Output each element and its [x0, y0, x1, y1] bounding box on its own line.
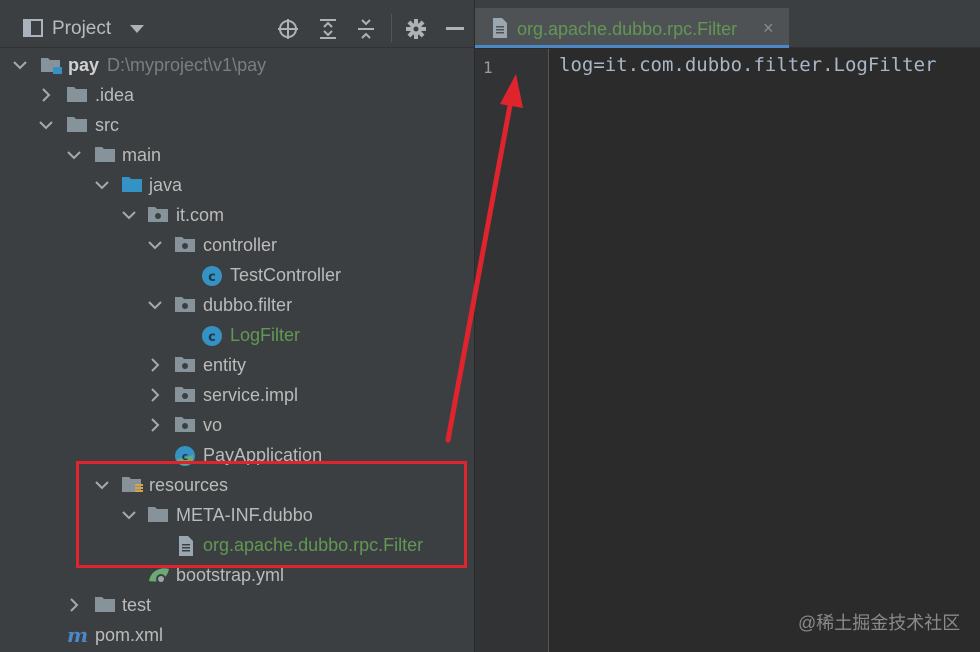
package-icon: [174, 415, 196, 435]
chevron-down-icon[interactable]: [128, 22, 146, 36]
tree-node-label: LogFilter: [230, 325, 301, 345]
svg-text:m: m: [67, 625, 88, 645]
tree-node-logfilter[interactable]: c LogFilter: [0, 320, 474, 350]
tree-node-service-impl[interactable]: service.impl: [0, 380, 474, 410]
tree-node-controller[interactable]: controller: [0, 230, 474, 260]
tree-node-test[interactable]: test: [0, 590, 474, 620]
folder-icon: [66, 85, 88, 105]
watermark: @稀土掘金技术社区: [798, 613, 961, 633]
package-icon: [174, 355, 196, 375]
tree-node-label: .idea: [95, 85, 135, 105]
project-view-icon[interactable]: [22, 18, 44, 38]
chevron-right-icon[interactable]: [147, 357, 163, 373]
chevron-right-icon[interactable]: [38, 87, 54, 103]
tree-node-label: vo: [203, 415, 223, 435]
module-path: D:\myproject\v1\pay: [107, 55, 267, 75]
tree-node-label: entity: [203, 355, 247, 375]
tree-node-testcontroller[interactable]: c TestController: [0, 260, 474, 290]
tree-node-it-com[interactable]: it.com: [0, 200, 474, 230]
chevron-down-icon[interactable]: [94, 177, 110, 193]
java-class-icon: c: [201, 265, 223, 286]
module-folder-icon: [40, 55, 62, 75]
expand-all-icon[interactable]: [316, 17, 340, 41]
maven-icon: m: [66, 623, 88, 647]
line-number: 1: [483, 58, 493, 77]
package-icon: [174, 385, 196, 405]
tree-node-label: controller: [203, 235, 278, 255]
tree-node-vo[interactable]: vo: [0, 410, 474, 440]
tree-node-label: test: [122, 595, 152, 615]
locate-icon[interactable]: [276, 17, 300, 41]
chevron-down-icon[interactable]: [147, 237, 163, 253]
chevron-down-icon[interactable]: [38, 117, 54, 133]
tree-node-pom-xml[interactable]: m pom.xml: [0, 620, 474, 650]
folder-icon: [94, 595, 116, 615]
chevron-right-icon[interactable]: [147, 417, 163, 433]
text-file-icon: [491, 17, 513, 38]
highlight-box: [76, 461, 467, 568]
tree-node-label: pay D:\myproject\v1\pay: [68, 55, 267, 75]
tree-node-idea[interactable]: .idea: [0, 80, 474, 110]
chevron-down-icon[interactable]: [66, 147, 82, 163]
chevron-down-icon[interactable]: [12, 57, 28, 73]
line-number-gutter: [475, 49, 549, 652]
editor-tab-bar: org.apache.dubbo.rpc.Filter ×: [475, 0, 980, 48]
collapse-all-icon[interactable]: [354, 17, 378, 41]
chevron-right-icon[interactable]: [66, 597, 82, 613]
package-icon: [174, 295, 196, 315]
tree-node-label: main: [122, 145, 162, 165]
close-icon[interactable]: ×: [763, 16, 774, 40]
tree-node-label: TestController: [230, 265, 342, 285]
tree-node-label: service.impl: [203, 385, 299, 405]
tree-node-label: src: [95, 115, 119, 135]
chevron-down-icon[interactable]: [147, 297, 163, 313]
header-divider: [391, 14, 392, 42]
folder-icon: [66, 115, 88, 135]
svg-text:c: c: [208, 330, 216, 345]
tree-node-java[interactable]: java: [0, 170, 474, 200]
spring-config-icon: [147, 565, 169, 585]
project-panel-header: Project: [0, 0, 474, 48]
editor-tab-label: org.apache.dubbo.rpc.Filter: [517, 19, 738, 39]
java-class-icon: c: [201, 325, 223, 346]
chevron-right-icon[interactable]: [147, 387, 163, 403]
tree-node-label: java: [149, 175, 183, 195]
tree-node-pay[interactable]: pay D:\myproject\v1\pay: [0, 50, 474, 80]
tree-node-entity[interactable]: entity: [0, 350, 474, 380]
project-view-title[interactable]: Project: [52, 17, 111, 41]
tree-node-label: dubbo.filter: [203, 295, 293, 315]
tree-node-src[interactable]: src: [0, 110, 474, 140]
minimize-icon[interactable]: [444, 17, 466, 41]
code-line[interactable]: log=it.com.dubbo.filter.LogFilter: [559, 54, 937, 76]
tree-node-label: it.com: [176, 205, 225, 225]
editor-tab[interactable]: org.apache.dubbo.rpc.Filter ×: [475, 8, 789, 48]
tree-node-label: pom.xml: [95, 625, 164, 645]
chevron-down-icon[interactable]: [121, 207, 137, 223]
tree-node-main[interactable]: main: [0, 140, 474, 170]
package-icon: [174, 235, 196, 255]
gear-icon[interactable]: [404, 17, 428, 41]
source-folder-icon: [121, 175, 143, 195]
tree-node-dubbo-filter[interactable]: dubbo.filter: [0, 290, 474, 320]
folder-icon: [94, 145, 116, 165]
svg-text:c: c: [208, 270, 216, 285]
editor-area: org.apache.dubbo.rpc.Filter × 1 log=it.c…: [475, 0, 980, 652]
package-icon: [147, 205, 169, 225]
